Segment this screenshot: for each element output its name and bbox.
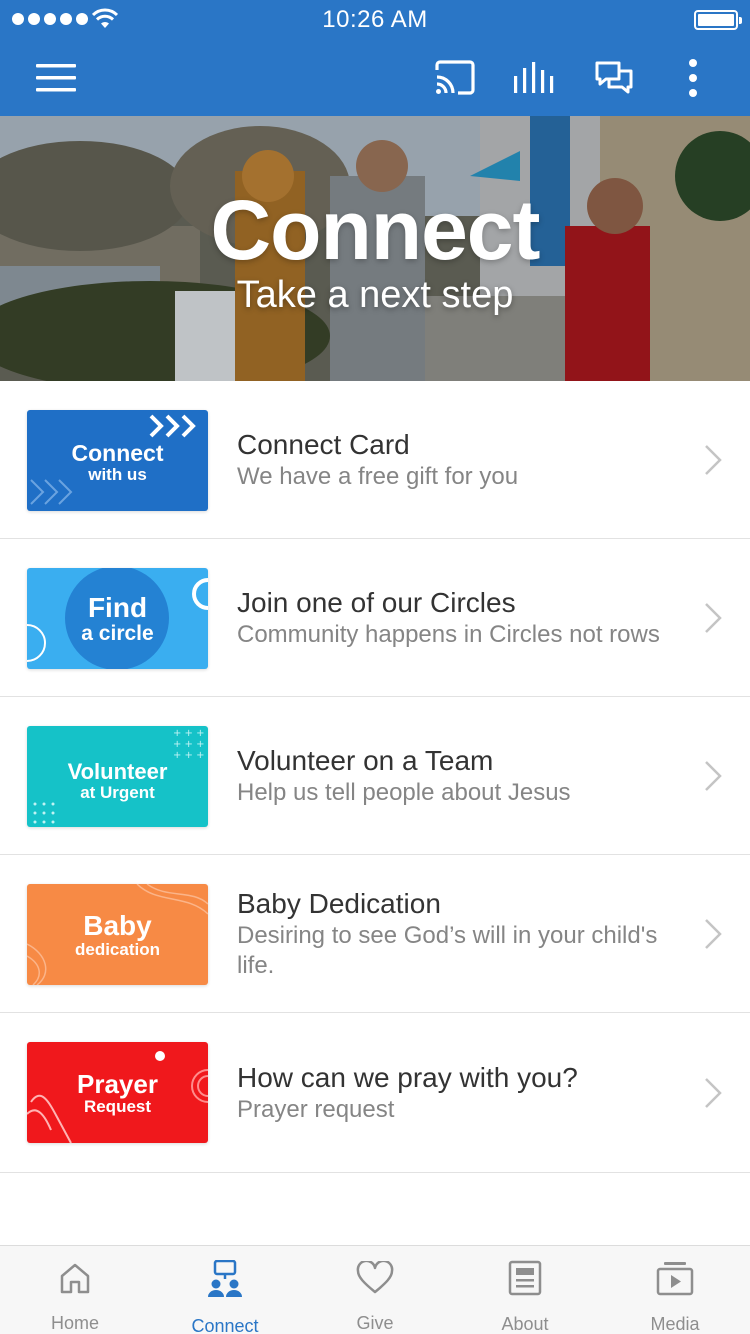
tab-label: Connect [191, 1316, 259, 1334]
list-item-baby-dedication[interactable]: Baby dedication Baby Dedication Desiring… [0, 855, 750, 1013]
list-item-title: Baby Dedication [237, 887, 441, 919]
list-item-text: How can we pray with you? Prayer request [237, 1013, 670, 1172]
connect-card-thumbnail: Connect with us [27, 410, 208, 511]
chevron-right-icon [704, 1013, 722, 1172]
list-item-connect-card[interactable]: Connect with us Connect Card We have a f… [0, 381, 750, 539]
tab-give[interactable]: Give [300, 1246, 450, 1334]
list-item-subtitle: We have a free gift for you [237, 462, 519, 490]
chevron-right-icon [704, 855, 722, 1012]
bottom-tab-bar: Home Connect Give About Media [0, 1245, 750, 1334]
list-item-text: Baby Dedication Desiring to see God’s wi… [237, 855, 670, 1012]
baby-dedication-thumbnail: Baby dedication [27, 884, 208, 985]
heart-icon [356, 1260, 394, 1295]
list-item-volunteer[interactable]: + + + + + + + + + Volunteer at Urgent Vo… [0, 697, 750, 855]
connect-people-icon [207, 1260, 243, 1298]
list-item-title: Volunteer on a Team [237, 744, 494, 776]
list-item-prayer[interactable]: Prayer Request How can we pray with you?… [0, 1013, 750, 1173]
list-item-text: Connect Card We have a free gift for you [237, 381, 670, 538]
tab-label: Media [650, 1314, 700, 1334]
document-icon [508, 1260, 542, 1296]
tab-label: Home [50, 1313, 99, 1333]
tab-label: About [501, 1314, 549, 1334]
menu-icon[interactable] [30, 40, 84, 116]
cast-icon[interactable] [430, 40, 480, 116]
thumbnail-subtitle: a circle [81, 622, 154, 645]
home-icon [58, 1260, 92, 1295]
battery-icon [694, 10, 742, 30]
list-item-text: Join one of our Circles Community happen… [237, 539, 670, 696]
status-bar: 10:26 AM [0, 0, 750, 40]
circles-thumbnail: Find a circle [27, 568, 208, 669]
thumbnail-title: Prayer [77, 1069, 158, 1099]
chat-icon[interactable] [590, 40, 638, 116]
thumbnail-subtitle: Request [83, 1097, 152, 1116]
list-item-circles[interactable]: Find a circle Join one of our Circles Co… [0, 539, 750, 697]
list-item-title: Connect Card [237, 428, 410, 460]
list-item-title: Join one of our Circles [237, 586, 516, 618]
audio-levels-icon[interactable] [510, 40, 558, 116]
tab-about[interactable]: About [450, 1246, 600, 1334]
svg-text:+ + +: + + + [173, 728, 205, 739]
tab-label: Give [356, 1313, 394, 1333]
prayer-request-thumbnail: Prayer Request [27, 1042, 208, 1143]
list-item-text: Volunteer on a Team Help us tell people … [237, 697, 670, 854]
chevron-right-icon [704, 697, 722, 854]
connect-list: Connect with us Connect Card We have a f… [0, 381, 750, 1173]
top-app-bar [0, 40, 750, 116]
thumbnail-subtitle: dedication [74, 940, 160, 959]
thumbnail-title: Volunteer [67, 759, 168, 784]
hero-title: Connect [210, 183, 541, 277]
svg-text:+ + +: + + + [173, 750, 205, 761]
thumbnail-title: Connect [71, 440, 164, 466]
status-time: 10:26 AM [322, 6, 428, 33]
list-item-subtitle: Desiring to see God’s will in your child… [237, 921, 658, 979]
tab-home[interactable]: Home [0, 1246, 150, 1334]
hero-banner: Connect Take a next step [0, 116, 750, 381]
media-play-icon [656, 1260, 694, 1296]
volunteer-thumbnail: + + + + + + + + + Volunteer at Urgent [27, 726, 208, 827]
thumbnail-title: Baby [83, 910, 152, 941]
tab-media[interactable]: Media [600, 1246, 750, 1334]
thumbnail-title: Find [87, 592, 148, 623]
list-item-title: How can we pray with you? [237, 1061, 578, 1093]
thumbnail-subtitle: with us [88, 465, 147, 484]
thumbnail-subtitle: at Urgent [80, 783, 155, 802]
list-item-subtitle: Prayer request [237, 1095, 395, 1123]
list-item-subtitle: Help us tell people about Jesus [237, 778, 571, 806]
tab-connect[interactable]: Connect [150, 1246, 300, 1334]
list-item-subtitle: Community happens in Circles not rows [237, 620, 660, 648]
chevron-right-icon [704, 381, 722, 538]
chevron-right-icon [704, 539, 722, 696]
hero-subtitle: Take a next step [236, 274, 514, 316]
svg-text:+ + +: + + + [173, 739, 205, 750]
more-vertical-icon[interactable] [678, 40, 708, 116]
